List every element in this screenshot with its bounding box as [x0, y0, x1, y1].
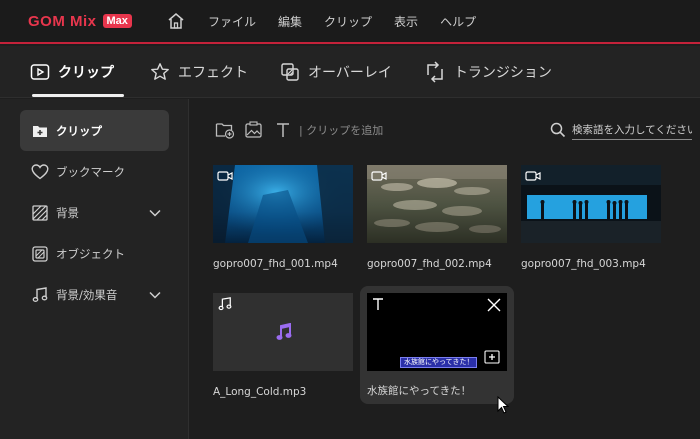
tab-label: エフェクト — [178, 64, 248, 81]
sidebar-item-bookmark[interactable]: ブックマーク — [20, 151, 169, 192]
tab-transition[interactable]: トランジション — [410, 46, 566, 98]
add-folder-button[interactable] — [214, 119, 236, 141]
caption-preview: 水族館にやってきた！ — [400, 357, 478, 368]
mouse-cursor-icon — [497, 396, 509, 414]
clip-card[interactable]: gopro007_fhd_003.mp4 — [521, 165, 669, 273]
clip-thumbnail — [213, 293, 353, 371]
clip-thumbnail: 水族館にやってきた！ — [367, 293, 507, 371]
menu-clip[interactable]: クリップ — [324, 13, 372, 30]
music-icon — [218, 297, 232, 311]
sidebar-item-object[interactable]: オブジェクト — [20, 233, 169, 274]
clip-card-selected[interactable]: 水族館にやってきた！ 水族館にやってきた！ — [360, 286, 514, 404]
home-button[interactable] — [158, 6, 194, 36]
tab-label: クリップ — [58, 64, 114, 81]
sidebar-item-label: 背景 — [56, 205, 79, 220]
clip-name: gopro007_fhd_002.mp4 — [367, 258, 492, 270]
heart-icon — [31, 163, 49, 181]
tab-clip[interactable]: クリップ — [16, 46, 128, 98]
music-note-icon — [276, 323, 292, 341]
search-input[interactable] — [572, 120, 692, 140]
tab-bar: クリップ エフェクト オーバーレイ トランジション — [0, 46, 700, 98]
clip-card[interactable]: gopro007_fhd_002.mp4 — [367, 165, 515, 273]
logo-badge: Max — [102, 14, 132, 28]
app-logo: GOM Mix Max — [28, 13, 140, 30]
clip-library-panel: | クリップを追加 検索語を入力してください。 gopro007_fhd_001… — [190, 99, 700, 439]
sidebar-item-label: 背景/効果音 — [56, 287, 118, 302]
image-icon — [245, 121, 262, 138]
transition-icon — [424, 60, 446, 83]
menubar: GOM Mix Max ファイル 編集 クリップ 表示 ヘルプ — [0, 0, 700, 44]
menu-file[interactable]: ファイル — [208, 13, 256, 30]
search-icon — [550, 122, 566, 138]
menu-edit[interactable]: 編集 — [278, 13, 302, 30]
clip-name: gopro007_fhd_003.mp4 — [521, 258, 646, 270]
close-icon[interactable] — [487, 298, 501, 312]
video-camera-icon — [371, 170, 387, 182]
add-text-button[interactable] — [272, 119, 294, 141]
clip-name: 水族館にやってきた！ — [367, 385, 472, 397]
menu-view[interactable]: 表示 — [394, 13, 418, 30]
sidebar: クリップ ブックマーク 背景 オブジェクト 背景/効果音 — [0, 99, 189, 439]
text-icon — [371, 297, 385, 311]
chevron-down-icon[interactable] — [149, 209, 161, 217]
tab-label: トランジション — [453, 64, 552, 81]
clip-icon — [30, 63, 50, 81]
folder-add-icon — [215, 123, 235, 139]
add-image-button[interactable] — [243, 119, 265, 141]
home-icon — [168, 13, 184, 29]
video-camera-icon — [525, 170, 541, 182]
sidebar-item-label: ブックマーク — [56, 164, 125, 179]
video-camera-icon — [217, 170, 233, 182]
add-clip-label[interactable]: | クリップを追加 — [299, 122, 383, 138]
tab-label: オーバーレイ — [308, 64, 392, 81]
tab-overlay[interactable]: オーバーレイ — [266, 46, 406, 98]
logo-text: GOM Mix — [28, 12, 97, 30]
clip-thumbnail — [367, 165, 507, 243]
clip-thumbnail — [521, 165, 661, 243]
overlay-icon — [280, 62, 300, 82]
clip-card[interactable]: A_Long_Cold.mp3 — [213, 293, 361, 401]
clip-card[interactable]: gopro007_fhd_001.mp4 — [213, 165, 361, 273]
folder-add-icon — [31, 122, 49, 140]
sidebar-item-music[interactable]: 背景/効果音 — [20, 274, 169, 315]
background-icon — [31, 204, 49, 222]
text-icon — [277, 123, 289, 137]
sidebar-item-label: オブジェクト — [56, 246, 125, 261]
music-icon — [31, 286, 49, 304]
sidebar-item-clip[interactable]: クリップ — [20, 110, 169, 151]
sidebar-item-label: クリップ — [56, 123, 102, 138]
chevron-down-icon[interactable] — [149, 291, 161, 299]
menu-help[interactable]: ヘルプ — [440, 13, 476, 30]
object-icon — [31, 245, 49, 263]
clip-toolbar: | クリップを追加 — [214, 119, 383, 141]
clip-name: A_Long_Cold.mp3 — [213, 386, 307, 398]
add-to-timeline-icon[interactable] — [484, 350, 500, 364]
sidebar-item-background[interactable]: 背景 — [20, 192, 169, 233]
tab-effect[interactable]: エフェクト — [136, 46, 262, 98]
star-icon — [150, 62, 170, 82]
clip-thumbnail — [213, 165, 353, 243]
search-bar — [550, 119, 692, 141]
clip-name: gopro007_fhd_001.mp4 — [213, 258, 338, 270]
